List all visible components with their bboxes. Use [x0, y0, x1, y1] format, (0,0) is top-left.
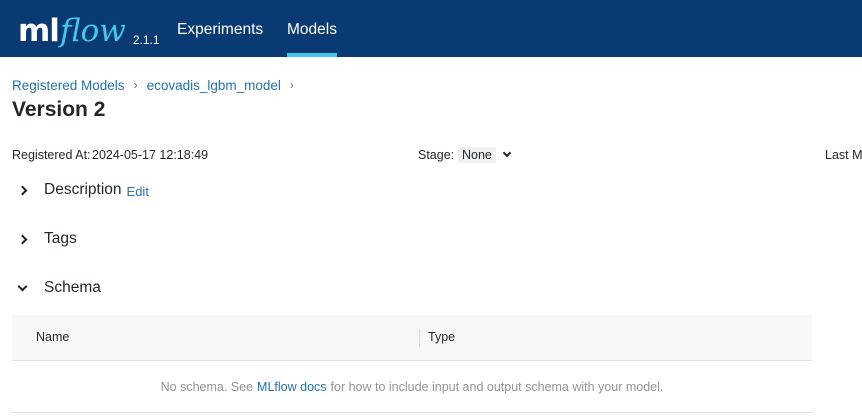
description-title: Description — [44, 181, 122, 198]
empty-message-prefix: No schema. See — [160, 379, 254, 394]
description-section-header[interactable]: Description Edit — [12, 177, 812, 203]
description-edit-link[interactable]: Edit — [127, 184, 149, 199]
stage-label: Stage: — [418, 148, 455, 162]
stage-dropdown[interactable]: None — [458, 145, 512, 165]
registered-at-label: Registered At: — [12, 148, 91, 162]
breadcrumb: Registered Models › ecovadis_lgbm_model … — [12, 76, 303, 94]
mlflow-docs-link[interactable]: MLflow docs — [257, 380, 326, 394]
chevron-right-icon[interactable] — [12, 229, 32, 249]
tags-section-header[interactable]: Tags — [12, 226, 812, 252]
schema-table-header: Name Type — [12, 315, 812, 361]
stage-value: None — [458, 147, 496, 163]
breadcrumb-model-name[interactable]: ecovadis_lgbm_model — [147, 78, 281, 93]
tags-title: Tags — [44, 230, 77, 247]
empty-message-suffix: for how to include input and output sche… — [330, 379, 664, 394]
schema-title: Schema — [44, 279, 101, 296]
column-header-name[interactable]: Name — [36, 330, 69, 344]
schema-section-header[interactable]: Schema — [12, 275, 812, 301]
logo-ml-text: ml — [18, 13, 60, 49]
version-label: 2.1.1 — [132, 33, 160, 47]
nav-experiments[interactable]: Experiments — [177, 0, 263, 57]
top-navigation-bar: ml flow 2.1.1 Experiments Models — [0, 0, 862, 57]
logo-flow-text: flow — [59, 13, 126, 49]
schema-empty-message: No schema. See MLflow docs for how to in… — [12, 361, 812, 413]
chevron-down-icon — [502, 148, 512, 158]
column-divider — [419, 329, 420, 347]
mlflow-logo[interactable]: ml flow 2.1.1 — [18, 6, 160, 51]
page-title: Version 2 — [12, 98, 106, 121]
chevron-down-icon[interactable] — [12, 278, 32, 298]
breadcrumb-chevron-icon: › — [133, 78, 138, 92]
last-modified-label: Last Mo — [825, 148, 862, 162]
breadcrumb-chevron-icon: › — [289, 78, 294, 92]
registered-at-value: 2024-05-17 12:18:49 — [92, 148, 209, 162]
chevron-right-icon[interactable] — [12, 180, 32, 200]
breadcrumb-registered-models[interactable]: Registered Models — [12, 78, 125, 93]
schema-table: Name Type No schema. See MLflow docs for… — [12, 315, 812, 413]
nav-models[interactable]: Models — [287, 0, 337, 57]
column-header-type[interactable]: Type — [428, 330, 455, 344]
